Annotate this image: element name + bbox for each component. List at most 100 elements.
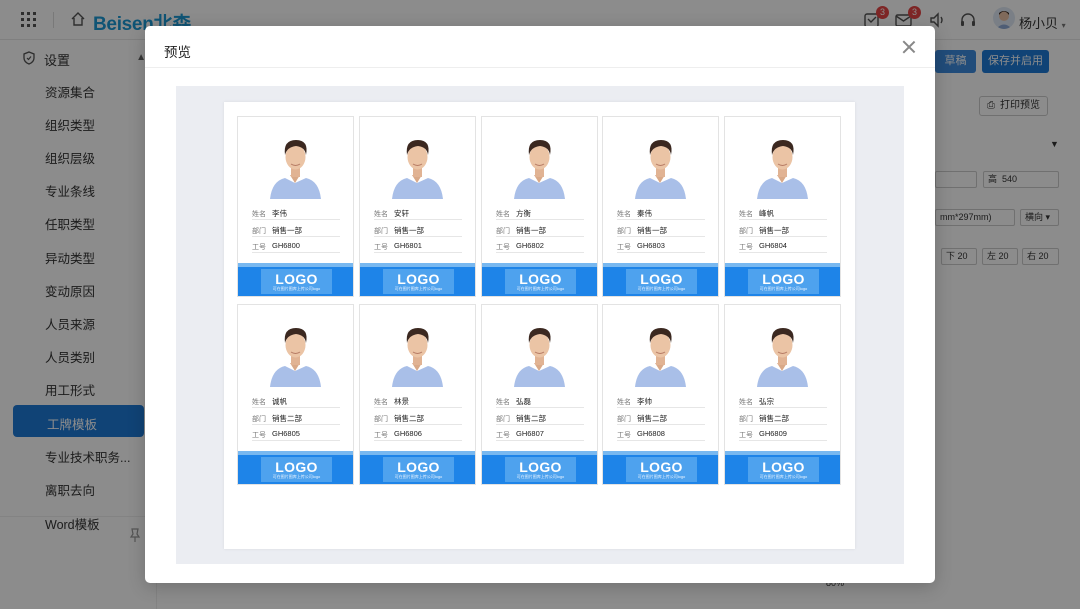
name-field: 姓名 诚帆 bbox=[252, 394, 340, 408]
close-icon[interactable] bbox=[902, 40, 916, 54]
dept-field: 部门 销售一部 bbox=[617, 223, 705, 237]
id-field: 工号 GH6801 bbox=[374, 239, 462, 253]
name-field: 姓名 峰帆 bbox=[739, 206, 827, 220]
id-field: 工号 GH6802 bbox=[496, 239, 584, 253]
id-value: GH6808 bbox=[637, 429, 665, 438]
logo-text: LOGO bbox=[640, 271, 683, 287]
print-page: 姓名 李伟 部门 销售一部 工号 GH6800 LOGO 可在图片图库上传公司logo 姓名 安轩… bbox=[224, 102, 855, 549]
preview-canvas: 姓名 李伟 部门 销售一部 工号 GH6800 LOGO 可在图片图库上传公司logo 姓名 安轩… bbox=[176, 86, 904, 564]
id-field: 工号 GH6806 bbox=[374, 427, 462, 441]
id-value: GH6806 bbox=[394, 429, 422, 438]
id-label: 工号 bbox=[617, 432, 631, 439]
logo-text: LOGO bbox=[275, 271, 318, 287]
logo-caption: 可在图片图库上传公司logo bbox=[516, 474, 565, 479]
badge-footer: LOGO 可在图片图库上传公司logo bbox=[360, 451, 475, 484]
company-logo: LOGO 可在图片图库上传公司logo bbox=[505, 269, 576, 294]
employee-photo bbox=[512, 131, 567, 199]
dept-label: 部门 bbox=[617, 228, 631, 235]
badge-card: 姓名 方衡 部门 销售一部 工号 GH6802 LOGO 可在图片图库上传公司logo bbox=[481, 116, 598, 297]
badge-card: 姓名 林景部门 销售二部工号 GH6806 LOGO 可在图片图库上传公司logo bbox=[359, 304, 476, 485]
id-value: GH6807 bbox=[516, 429, 544, 438]
badge-card: 姓名 秦伟 部门 销售一部 工号 GH6803 LOGO 可在图片图库上传公司logo bbox=[602, 116, 719, 297]
name-label: 姓名 bbox=[252, 399, 266, 406]
footer-stripe bbox=[360, 263, 475, 267]
name-field: 姓名 李伟 bbox=[252, 206, 340, 220]
employee-photo bbox=[512, 319, 567, 387]
badge-footer: LOGO 可在图片图库上传公司logo bbox=[725, 451, 840, 484]
employee-photo bbox=[268, 131, 323, 199]
id-label: 工号 bbox=[496, 432, 510, 439]
logo-text: LOGO bbox=[640, 459, 683, 475]
employee-photo bbox=[268, 319, 323, 387]
modal-divider bbox=[145, 67, 935, 68]
company-logo: LOGO 可在图片图库上传公司logo bbox=[261, 457, 332, 482]
logo-caption: 可在图片图库上传公司logo bbox=[272, 286, 321, 291]
modal-title: 预览 bbox=[164, 45, 191, 60]
dept-field: 部门 销售二部 bbox=[739, 411, 827, 425]
id-field: 工号 GH6804 bbox=[739, 239, 827, 253]
employee-photo bbox=[633, 319, 688, 387]
footer-stripe bbox=[482, 263, 597, 267]
logo-caption: 可在图片图库上传公司logo bbox=[637, 474, 686, 479]
name-value: 弘磊 bbox=[516, 397, 531, 406]
dept-value: 销售二部 bbox=[637, 414, 667, 423]
employee-photo bbox=[390, 131, 445, 199]
name-field: 姓名 弘磊 bbox=[496, 394, 584, 408]
employee-photo bbox=[755, 319, 810, 387]
company-logo: LOGO 可在图片图库上传公司logo bbox=[505, 457, 576, 482]
dept-field: 部门 销售一部 bbox=[252, 223, 340, 237]
id-value: GH6809 bbox=[759, 429, 787, 438]
logo-text: LOGO bbox=[275, 459, 318, 475]
badge-card: 姓名 安轩 部门 销售一部 工号 GH6801 LOGO 可在图片图库上传公司logo bbox=[359, 116, 476, 297]
dept-value: 销售一部 bbox=[637, 226, 667, 235]
dept-label: 部门 bbox=[374, 416, 388, 423]
badge-footer: LOGO 可在图片图库上传公司logo bbox=[603, 451, 718, 484]
id-value: GH6801 bbox=[394, 241, 422, 250]
name-label: 姓名 bbox=[617, 399, 631, 406]
logo-caption: 可在图片图库上传公司logo bbox=[637, 286, 686, 291]
dept-value: 销售二部 bbox=[394, 414, 424, 423]
dept-value: 销售一部 bbox=[272, 226, 302, 235]
logo-text: LOGO bbox=[397, 271, 440, 287]
name-label: 姓名 bbox=[374, 211, 388, 218]
dept-label: 部门 bbox=[252, 416, 266, 423]
name-field: 姓名 弘宗 bbox=[739, 394, 827, 408]
logo-text: LOGO bbox=[519, 271, 562, 287]
name-value: 弘宗 bbox=[759, 397, 774, 406]
name-label: 姓名 bbox=[496, 211, 510, 218]
name-label: 姓名 bbox=[374, 399, 388, 406]
id-label: 工号 bbox=[374, 244, 388, 251]
badge-card: 姓名 弘磊 部门 销售二部 工号 GH6807 LOGO 可在图片图库上传公司logo bbox=[481, 304, 598, 485]
footer-stripe bbox=[238, 263, 353, 267]
id-field: 工号 GH6808 bbox=[617, 427, 705, 441]
name-value: 峰帆 bbox=[759, 209, 774, 218]
badge-footer: LOGO 可在图片图库上传公司logo bbox=[360, 263, 475, 296]
name-value: 诚帆 bbox=[272, 397, 287, 406]
name-value: 林景 bbox=[394, 397, 409, 406]
company-logo: LOGO 可在图片图库上传公司logo bbox=[748, 457, 819, 482]
company-logo: LOGO 可在图片图库上传公司logo bbox=[383, 457, 454, 482]
logo-caption: 可在图片图库上传公司logo bbox=[759, 474, 808, 479]
company-logo: LOGO 可在图片图库上传公司logo bbox=[261, 269, 332, 294]
name-value: 方衡 bbox=[516, 209, 531, 218]
id-label: 工号 bbox=[252, 432, 266, 439]
dept-value: 销售二部 bbox=[516, 414, 546, 423]
dept-label: 部门 bbox=[739, 228, 753, 235]
name-value: 秦伟 bbox=[637, 209, 652, 218]
id-field: 工号 GH6807 bbox=[496, 427, 584, 441]
name-value: 安轩 bbox=[394, 209, 409, 218]
id-value: GH6800 bbox=[272, 241, 300, 250]
id-field: 工号 GH6800 bbox=[252, 239, 340, 253]
logo-text: LOGO bbox=[762, 271, 805, 287]
id-value: GH6804 bbox=[759, 241, 787, 250]
id-label: 工号 bbox=[374, 432, 388, 439]
logo-caption: 可在图片图库上传公司logo bbox=[394, 286, 443, 291]
name-field: 姓名 安轩 bbox=[374, 206, 462, 220]
dept-value: 销售二部 bbox=[759, 414, 789, 423]
preview-modal: 预览 姓名 李伟 部门 销售一部 工号 GH6800 LOGO 可在图片图库上传公司logo 姓… bbox=[145, 26, 935, 583]
name-field: 姓名 李帅 bbox=[617, 394, 705, 408]
badge-footer: LOGO 可在图片图库上传公司logo bbox=[238, 263, 353, 296]
id-label: 工号 bbox=[739, 244, 753, 251]
badge-card: 姓名 弘宗 部门 销售二部 工号 GH6809 LOGO 可在图片图库上传公司logo bbox=[724, 304, 841, 485]
id-field: 工号 GH6805 bbox=[252, 427, 340, 441]
